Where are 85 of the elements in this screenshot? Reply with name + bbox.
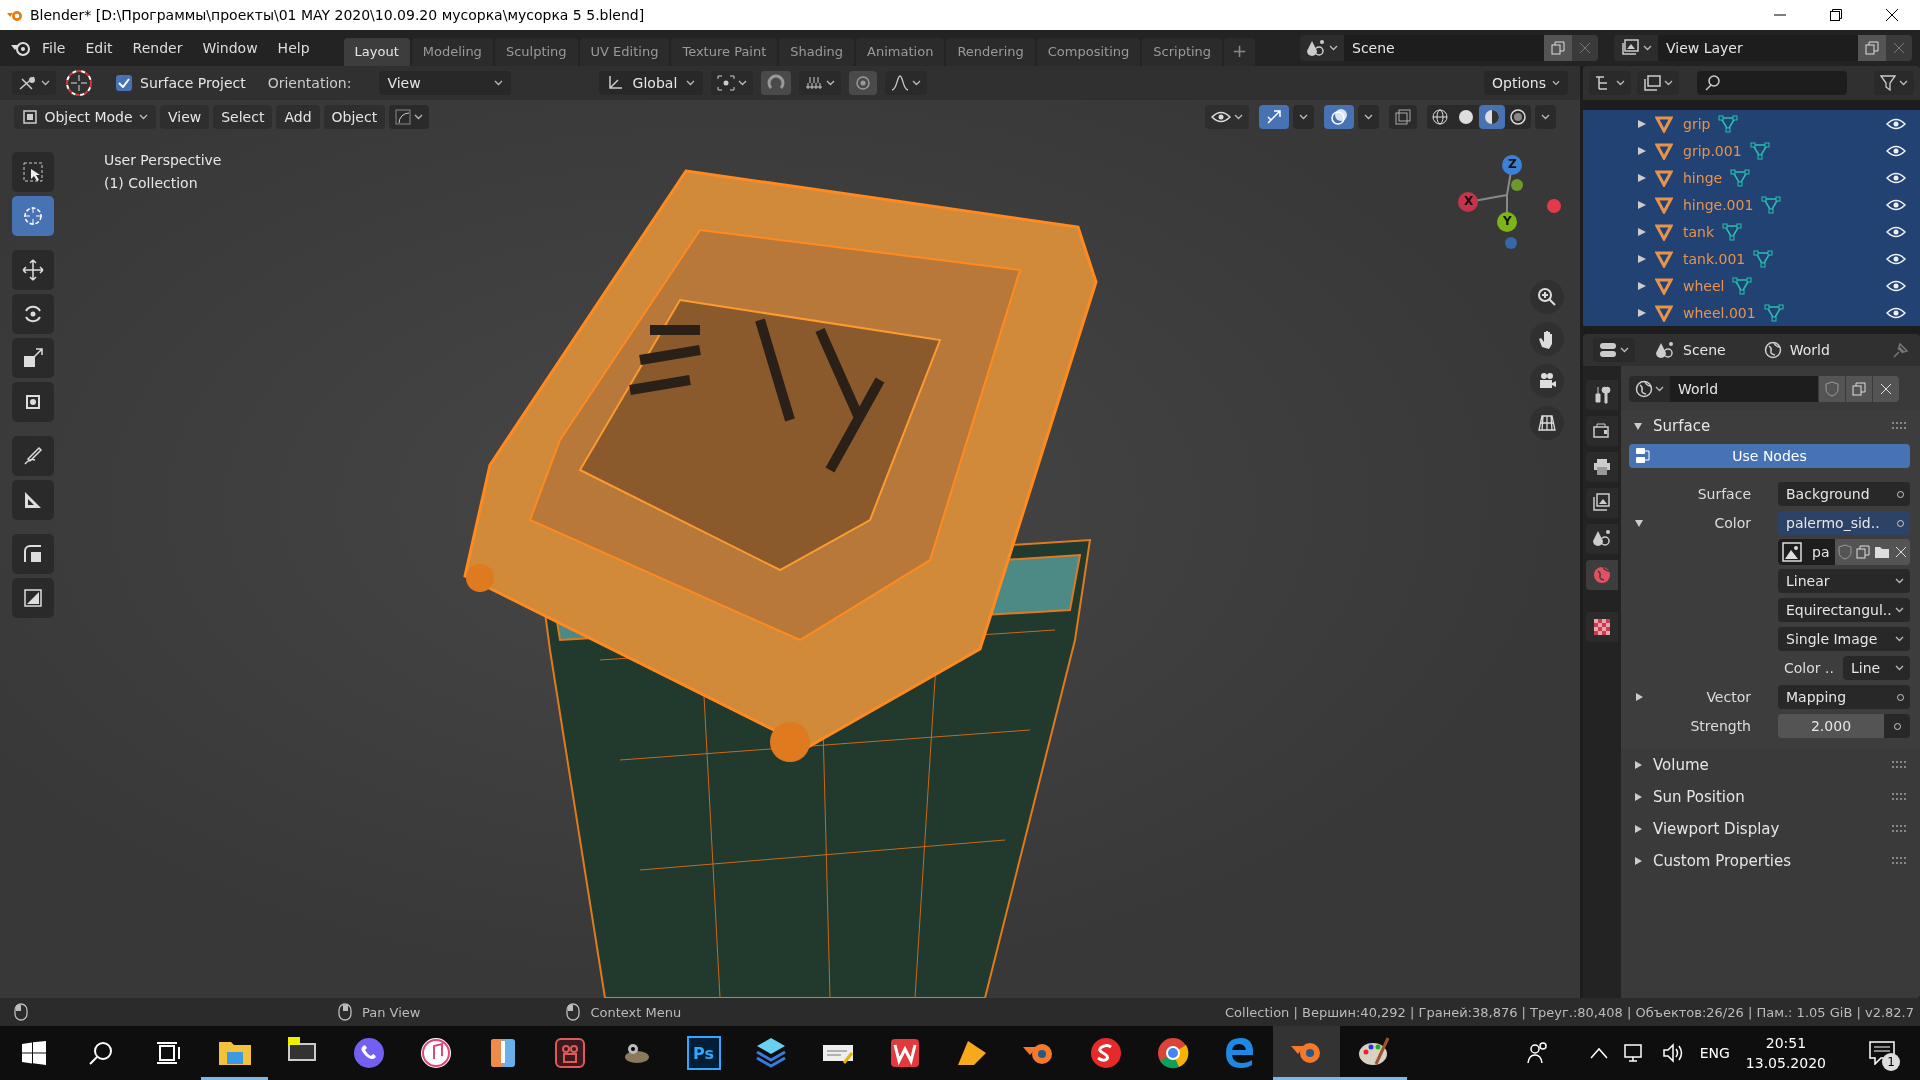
property-label: Strength — [1689, 718, 1752, 734]
scene-statistics: Collection | Вершин:40,292 | Граней:38,876 | Треуг.:80,408 | Объектов:26/26 | Пам.: 1.05 GiB | v2.82.7 — [1225, 1004, 1914, 1020]
menu-item[interactable]: Edit — [75, 40, 123, 56]
workspace-tab[interactable]: Scripting — [1142, 38, 1223, 66]
object-name: tank — [1683, 223, 1715, 240]
viewport-menu-item[interactable]: View — [160, 105, 210, 129]
property-label: Vector — [1705, 689, 1752, 705]
orientation-dropdown[interactable]: View — [379, 71, 512, 95]
panel-title: Sun Position — [1653, 788, 1745, 806]
object-name: grip.001 — [1683, 142, 1742, 159]
image-selector[interactable]: pa — [1778, 539, 1910, 565]
mode-dropdown[interactable]: Object Mode — [14, 105, 156, 129]
panel-title: Volume — [1653, 756, 1709, 774]
dropdown[interactable]: Linear — [1778, 569, 1910, 593]
workspace-tab[interactable]: Layout — [343, 38, 410, 66]
panel-title: Viewport Display — [1653, 820, 1780, 838]
outliner-row[interactable]: grip.001 — [1583, 137, 1920, 164]
dropdown[interactable]: Single Image — [1778, 627, 1910, 651]
panel-header[interactable]: Volume — [1629, 749, 1910, 781]
workspace-tab[interactable]: Modeling — [411, 38, 493, 66]
menu-item[interactable]: Render — [122, 40, 193, 56]
outliner-row[interactable]: grip — [1583, 110, 1920, 137]
view-layer-name-field[interactable]: View Layer — [1658, 35, 1858, 61]
workspace-tab[interactable]: UV Editing — [579, 38, 670, 66]
viewport-menu-item[interactable]: Select — [213, 105, 273, 129]
axis-label: Z — [1508, 157, 1517, 171]
number-field[interactable]: 2.000 — [1778, 714, 1910, 738]
world-name-field[interactable]: World — [1670, 376, 1818, 402]
menu-item[interactable]: Help — [267, 40, 320, 56]
menu-item[interactable]: Window — [192, 40, 268, 56]
options-dropdown[interactable]: Options — [1484, 71, 1568, 95]
property-label: Surface — [1696, 486, 1752, 502]
panel-title: Custom Properties — [1653, 852, 1792, 870]
object-name: wheel.001 — [1683, 304, 1756, 321]
window-title: Blender* [D:\Программы\проекты\01 MAY 2020\10.09.20 мусорка\мусорка 5 5.blend] — [30, 7, 646, 23]
workspace-tab[interactable]: Compositing — [1036, 38, 1141, 66]
viewport-info-text: User Perspective — [104, 152, 222, 168]
object-name: wheel — [1683, 277, 1725, 294]
orientation-label: Orientation: — [267, 75, 352, 91]
breadcrumb[interactable]: World — [1789, 342, 1830, 358]
outliner-row[interactable]: tank.001 — [1583, 245, 1920, 272]
dropdown[interactable]: Equirectangul.. — [1778, 598, 1910, 622]
hint-text: Context Menu — [590, 1004, 682, 1020]
menu-item[interactable]: File — [32, 40, 76, 56]
workspace-tab[interactable]: Shading — [779, 38, 855, 66]
panel-header[interactable]: Sun Position — [1629, 781, 1910, 813]
property-label: Color — [1713, 515, 1752, 531]
panel-header[interactable]: Custom Properties — [1629, 845, 1910, 877]
scene-name-field[interactable]: Scene — [1344, 35, 1544, 61]
taskbar-app-button[interactable]: Ps — [670, 1026, 737, 1080]
panel-header[interactable]: Surface — [1629, 410, 1910, 442]
clock[interactable]: 20:51 13.05.2020 — [1745, 1035, 1826, 1071]
language-indicator[interactable]: ENG — [1699, 1045, 1730, 1061]
socket-dropdown[interactable]: Background — [1778, 482, 1910, 506]
socket-dropdown[interactable]: palermo_sid.. — [1778, 511, 1910, 535]
add-workspace-button[interactable]: + — [1224, 38, 1256, 66]
viewport-menu-item[interactable]: Add — [276, 105, 320, 129]
workspace-tab[interactable]: Sculpting — [494, 38, 578, 66]
hint-text: Pan View — [362, 1004, 421, 1020]
panel-title: Surface — [1653, 417, 1711, 435]
axis-label: Y — [1503, 214, 1512, 228]
panel-header[interactable]: Viewport Display — [1629, 813, 1910, 845]
outliner-row[interactable]: wheel — [1583, 272, 1920, 299]
workspace-tab[interactable]: Rendering — [946, 38, 1035, 66]
outliner-row[interactable]: hinge — [1583, 164, 1920, 191]
object-name: tank.001 — [1683, 250, 1746, 267]
axis-label: X — [1464, 194, 1474, 208]
outliner-row[interactable]: tank — [1583, 218, 1920, 245]
property-label: Color .. — [1783, 659, 1835, 678]
object-name: grip — [1683, 115, 1711, 132]
transform-orientation-dropdown[interactable]: Global — [599, 71, 704, 95]
use-nodes-button[interactable]: Use Nodes — [1629, 444, 1910, 468]
workspace-tab[interactable]: Animation — [856, 38, 945, 66]
outliner-row[interactable]: hinge.001 — [1583, 191, 1920, 218]
dropdown[interactable]: Line — [1842, 656, 1910, 680]
checkbox-label: Surface Project — [140, 75, 246, 91]
viewport-menu-item[interactable]: Object — [323, 105, 386, 129]
outliner-row[interactable]: wheel.001 — [1583, 299, 1920, 326]
object-name: hinge.001 — [1683, 196, 1754, 213]
socket-dropdown[interactable]: Mapping — [1778, 685, 1910, 709]
object-name: hinge — [1683, 169, 1723, 186]
workspace-tab[interactable]: Texture Paint — [671, 38, 778, 66]
breadcrumb[interactable]: Scene — [1683, 342, 1726, 358]
viewport-info-text: (1) Collection — [104, 175, 199, 191]
notification-count-badge: 1 — [1882, 1053, 1900, 1071]
